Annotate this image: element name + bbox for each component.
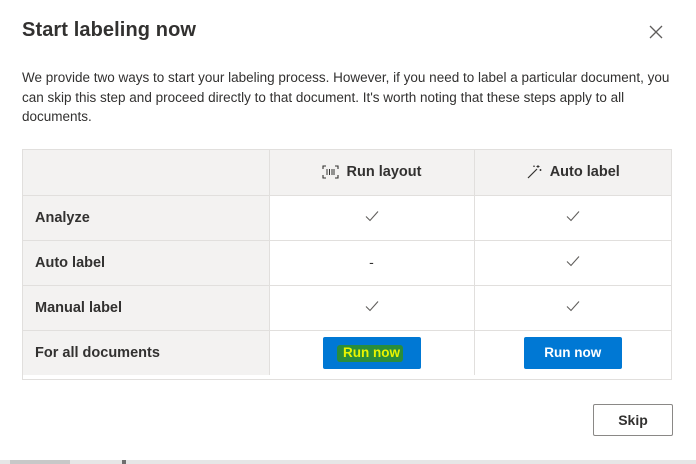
bottom-edge-marker	[122, 460, 126, 464]
table-row-for-all-documents: For all documents Run now Run now	[23, 329, 671, 375]
auto-label-run-now-button[interactable]: Run now	[523, 336, 622, 369]
check-icon	[365, 210, 378, 221]
check-icon	[566, 210, 580, 221]
row-label-auto-label: Auto label	[23, 239, 270, 286]
header-auto-label: Auto label	[473, 150, 671, 196]
close-icon	[649, 25, 663, 39]
auto-label-auto-label-cell	[473, 239, 671, 286]
row-label-for-all-documents: For all documents	[23, 329, 270, 375]
header-run-layout: Run layout	[268, 150, 475, 196]
check-icon	[566, 255, 580, 266]
check-icon	[566, 300, 580, 311]
row-label-manual-label: Manual label	[23, 284, 270, 331]
run-layout-run-now-button[interactable]: Run now	[322, 336, 421, 369]
auto-label-run-now-label: Run now	[544, 344, 602, 360]
analyze-auto-label-cell	[473, 194, 671, 241]
analyze-run-layout-cell	[268, 194, 475, 241]
bottom-edge-fragment	[10, 460, 70, 464]
header-empty-cell	[23, 150, 270, 196]
start-labeling-dialog: Start labeling now We provide two ways t…	[0, 0, 696, 464]
table-row-auto-label: Auto label -	[23, 239, 671, 286]
header-run-layout-label: Run layout	[346, 164, 422, 181]
close-button[interactable]	[646, 22, 666, 42]
manual-label-auto-label-cell	[473, 284, 671, 331]
header-auto-label-label: Auto label	[549, 164, 620, 181]
skip-button[interactable]: Skip	[593, 404, 673, 436]
run-layout-run-now-label: Run now	[343, 344, 400, 360]
check-icon	[365, 300, 378, 311]
table-row-analyze: Analyze	[23, 194, 671, 241]
auto-label-run-layout-cell: -	[268, 239, 475, 286]
dialog-description: We provide two ways to start your labeli…	[22, 70, 670, 124]
layout-scan-icon	[321, 165, 339, 179]
labeling-options-table: Run layout Auto label Analyze Auto label…	[22, 149, 672, 380]
table-header-row: Run layout Auto label	[23, 150, 671, 196]
manual-label-run-layout-cell	[268, 284, 475, 331]
not-applicable-dash: -	[369, 253, 374, 270]
magic-wand-icon	[527, 165, 542, 179]
table-row-manual-label: Manual label	[23, 284, 671, 331]
dialog-title: Start labeling now	[22, 19, 197, 41]
row-label-analyze: Analyze	[23, 194, 270, 241]
bottom-edge-strip	[0, 460, 696, 464]
run-layout-action-cell: Run now	[268, 329, 475, 375]
auto-label-action-cell: Run now	[473, 329, 671, 375]
